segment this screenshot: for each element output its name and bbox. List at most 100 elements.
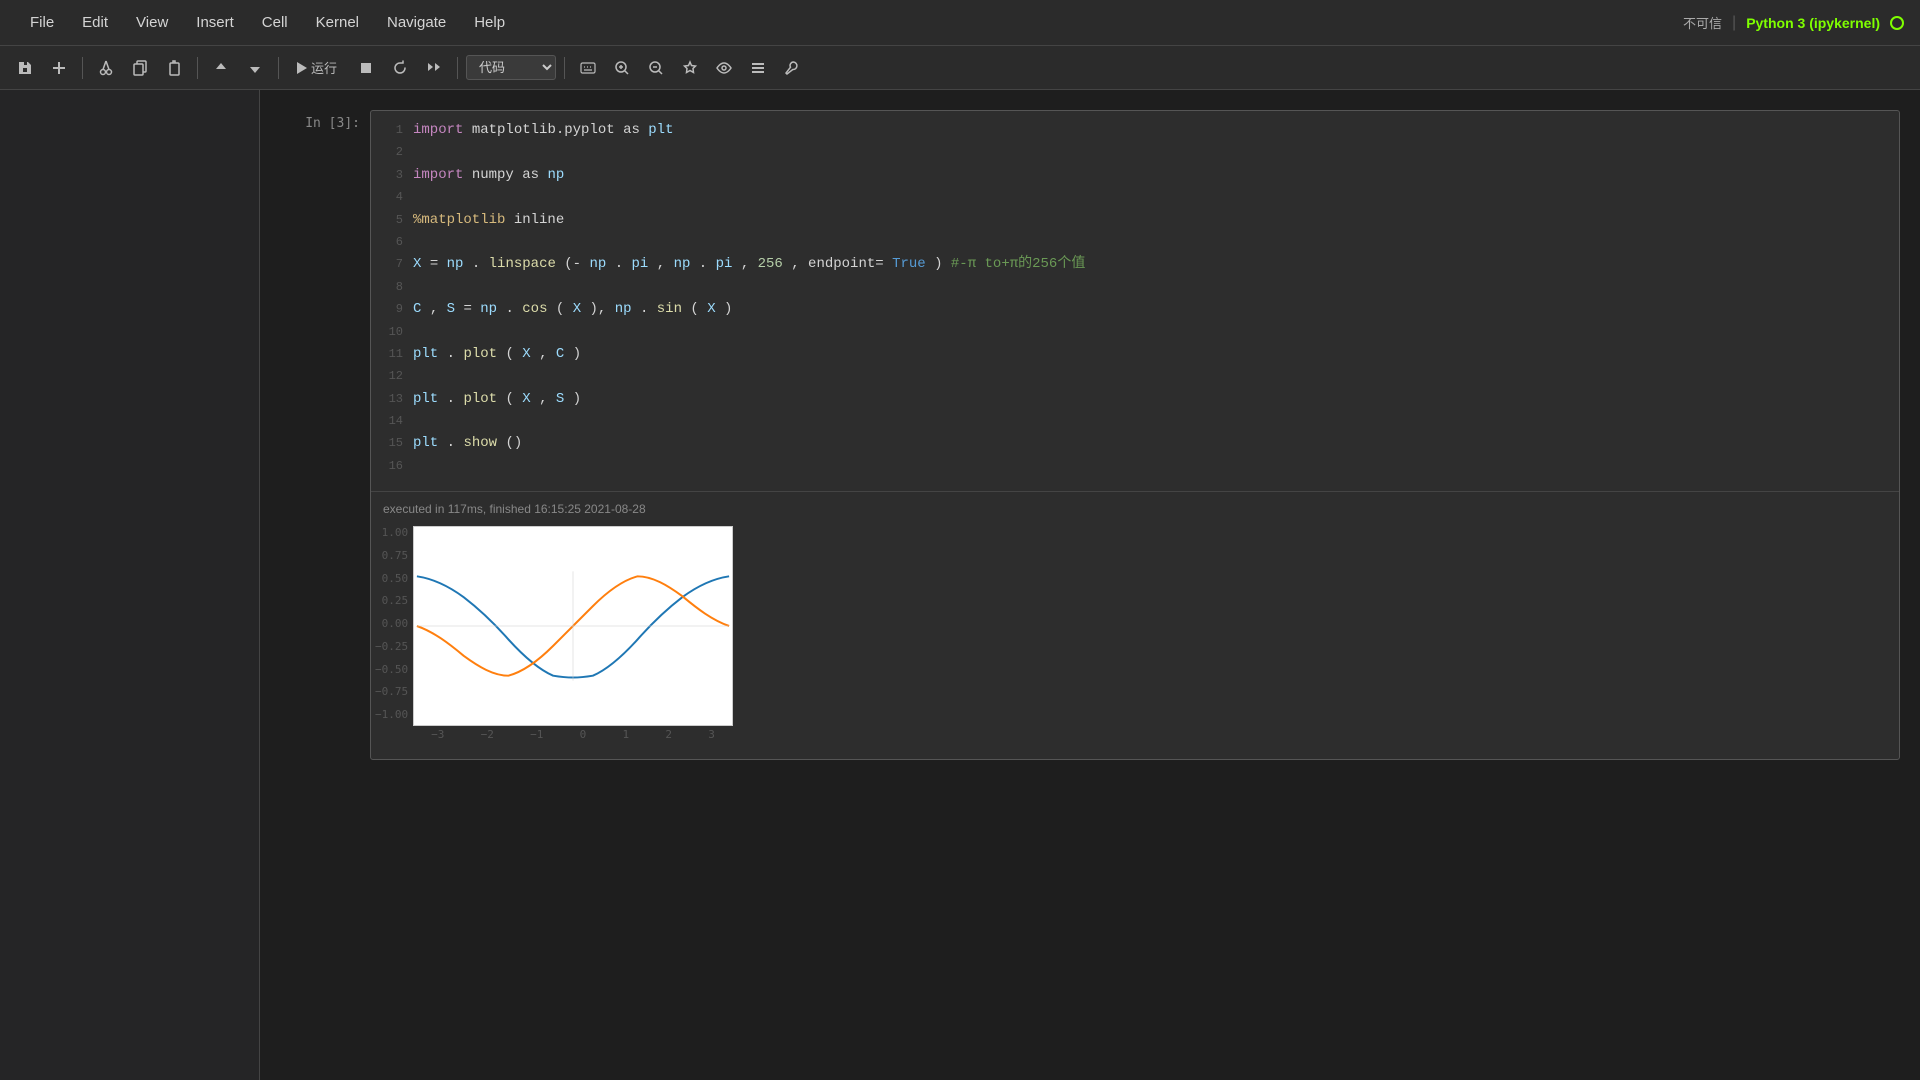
paren-2: ( [556, 301, 564, 317]
line-content-14 [413, 410, 1887, 432]
line-content-7: X = np . linspace (- np . pi , np . [413, 253, 1887, 275]
var-s: S [447, 301, 455, 317]
comma-5: , [539, 346, 556, 362]
line-content-11: plt . plot ( X , C ) [413, 343, 1887, 365]
comma-4: , [430, 301, 447, 317]
plt-ref-1: plt [413, 346, 438, 362]
code-line-11: 11 plt . plot ( X , C ) [383, 343, 1887, 365]
keyword-as-2: as [522, 167, 539, 183]
run-all-button[interactable] [419, 53, 449, 83]
code-line-6: 6 [383, 231, 1887, 253]
keyword-as-1: as [623, 122, 640, 138]
menu-navigate[interactable]: Navigate [373, 8, 460, 37]
menu-kernel[interactable]: Kernel [302, 8, 373, 37]
paren-3: ( [690, 301, 698, 317]
y-label-n100: −1.00 [375, 708, 408, 721]
var-x: X [413, 256, 421, 272]
copy-button[interactable] [125, 53, 155, 83]
kernel-circle-icon [1890, 16, 1904, 30]
plot-svg [413, 526, 733, 726]
paren-4: ( [505, 346, 513, 362]
assign-1: = [430, 256, 438, 272]
paren-close-3: ) [724, 301, 732, 317]
func-show: show [463, 435, 497, 451]
y-label-050: 0.50 [382, 572, 409, 585]
code-line-16: 16 [383, 455, 1887, 477]
x-axis-labels: −3 −2 −1 0 1 2 3 [413, 726, 733, 741]
line-content-8 [413, 276, 1887, 298]
kernel-name: Python 3 (ipykernel) [1746, 15, 1880, 31]
menu-cell[interactable]: Cell [248, 8, 302, 37]
y-axis-labels: 1.00 0.75 0.50 0.25 0.00 −0.25 −0.50 −0.… [375, 526, 408, 721]
plot-container: 1.00 0.75 0.50 0.25 0.00 −0.25 −0.50 −0.… [413, 526, 1887, 743]
move-up-button[interactable] [206, 53, 236, 83]
code-line-9: 9 C , S = np . cos ( X ), np [383, 298, 1887, 320]
code-editor[interactable]: 1 import matplotlib.pyplot as plt 2 [371, 111, 1899, 491]
x-label-n2: −2 [481, 728, 494, 741]
run-button[interactable]: 运行 [287, 54, 347, 81]
dot-6: . [447, 346, 455, 362]
list-view-button[interactable] [743, 53, 773, 83]
kw-true: True [892, 256, 926, 272]
func-sin: sin [657, 301, 682, 317]
tools-button[interactable] [777, 53, 807, 83]
line-content-6 [413, 231, 1887, 253]
np-ref-3: np [674, 256, 691, 272]
code-cell[interactable]: In [3]: 1 import matplotlib.pyplot as pl… [280, 110, 1900, 760]
comma-1: , [657, 256, 674, 272]
line-num-13: 13 [383, 390, 403, 409]
y-label-n075: −0.75 [375, 685, 408, 698]
output-area: executed in 117ms, finished 16:15:25 202… [371, 491, 1899, 759]
cell-type-select[interactable]: 代码 [466, 55, 556, 80]
x-label-n3: −3 [431, 728, 444, 741]
zoom-in-button[interactable] [607, 53, 637, 83]
module-numpy: numpy [472, 167, 522, 183]
paren-5: ( [505, 391, 513, 407]
cut-button[interactable] [91, 53, 121, 83]
line-num-6: 6 [383, 233, 403, 252]
toolbar-sep-5 [564, 57, 565, 79]
np-ref-5: np [615, 301, 632, 317]
code-line-1: 1 import matplotlib.pyplot as plt [383, 119, 1887, 141]
line-num-11: 11 [383, 345, 403, 364]
zoom-out-button[interactable] [641, 53, 671, 83]
line-num-7: 7 [383, 255, 403, 274]
var-x-5: X [522, 391, 530, 407]
preview-button[interactable] [709, 53, 739, 83]
menu-help[interactable]: Help [460, 8, 519, 37]
comma-3: , endpoint= [791, 256, 883, 272]
notebook[interactable]: In [3]: 1 import matplotlib.pyplot as pl… [260, 90, 1920, 1080]
line-num-8: 8 [383, 278, 403, 297]
line-content-3: import numpy as np [413, 164, 1887, 186]
np-ref-2: np [590, 256, 607, 272]
code-line-5: 5 %matplotlib inline [383, 209, 1887, 231]
var-x-2: X [573, 301, 581, 317]
main-content: In [3]: 1 import matplotlib.pyplot as pl… [0, 90, 1920, 1080]
stop-button[interactable] [351, 53, 381, 83]
toolbar: 运行 代码 [0, 46, 1920, 90]
settings-button[interactable] [675, 53, 705, 83]
cell-body[interactable]: 1 import matplotlib.pyplot as plt 2 [370, 110, 1900, 760]
add-cell-button[interactable] [44, 53, 74, 83]
restart-button[interactable] [385, 53, 415, 83]
code-line-4: 4 [383, 186, 1887, 208]
func-linspace: linspace [489, 256, 556, 272]
comma-2: , [741, 256, 758, 272]
paste-button[interactable] [159, 53, 189, 83]
menu-insert[interactable]: Insert [182, 8, 248, 37]
paren-close-5: ) [573, 391, 581, 407]
move-down-button[interactable] [240, 53, 270, 83]
dot-7: . [447, 391, 455, 407]
menu-view[interactable]: View [122, 8, 182, 37]
save-button[interactable] [10, 53, 40, 83]
menu-file[interactable]: File [16, 8, 68, 37]
menu-edit[interactable]: Edit [68, 8, 122, 37]
line-content-12 [413, 365, 1887, 387]
dot-4: . [505, 301, 513, 317]
keyboard-button[interactable] [573, 53, 603, 83]
paren-close-4: ) [573, 346, 581, 362]
magic-cmd: %matplotlib [413, 212, 505, 228]
keyword-import-1: import [413, 122, 463, 138]
alias-np: np [547, 167, 564, 183]
assign-2: = [463, 301, 471, 317]
